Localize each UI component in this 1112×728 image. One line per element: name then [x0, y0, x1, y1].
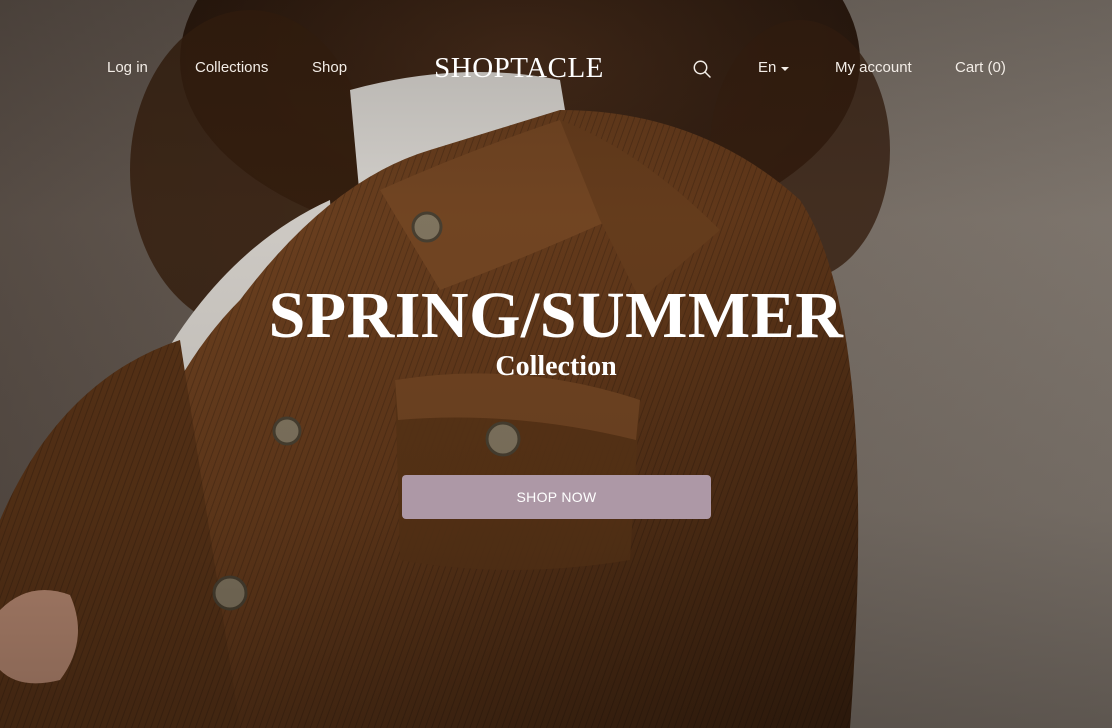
chevron-down-icon [781, 66, 790, 71]
cart-link[interactable]: Cart (0) [955, 59, 1006, 77]
brand-logo[interactable]: SHOPTACLE [433, 52, 605, 84]
search-icon [693, 60, 711, 78]
shop-now-button[interactable]: SHOP NOW [402, 475, 711, 519]
login-link[interactable]: Log in [107, 59, 148, 77]
collections-link[interactable]: Collections [195, 59, 268, 77]
hero-headline: SPRING/SUMMER [268, 279, 844, 352]
language-selector[interactable]: En [758, 59, 790, 77]
search-button[interactable] [692, 59, 712, 79]
my-account-link[interactable]: My account [835, 59, 912, 77]
top-navigation: Log in Collections Shop SHOPTACLE En My … [0, 0, 1112, 136]
hero-subheadline: Collection [495, 351, 617, 382]
language-label: En [758, 59, 777, 76]
shop-link[interactable]: Shop [312, 59, 347, 77]
